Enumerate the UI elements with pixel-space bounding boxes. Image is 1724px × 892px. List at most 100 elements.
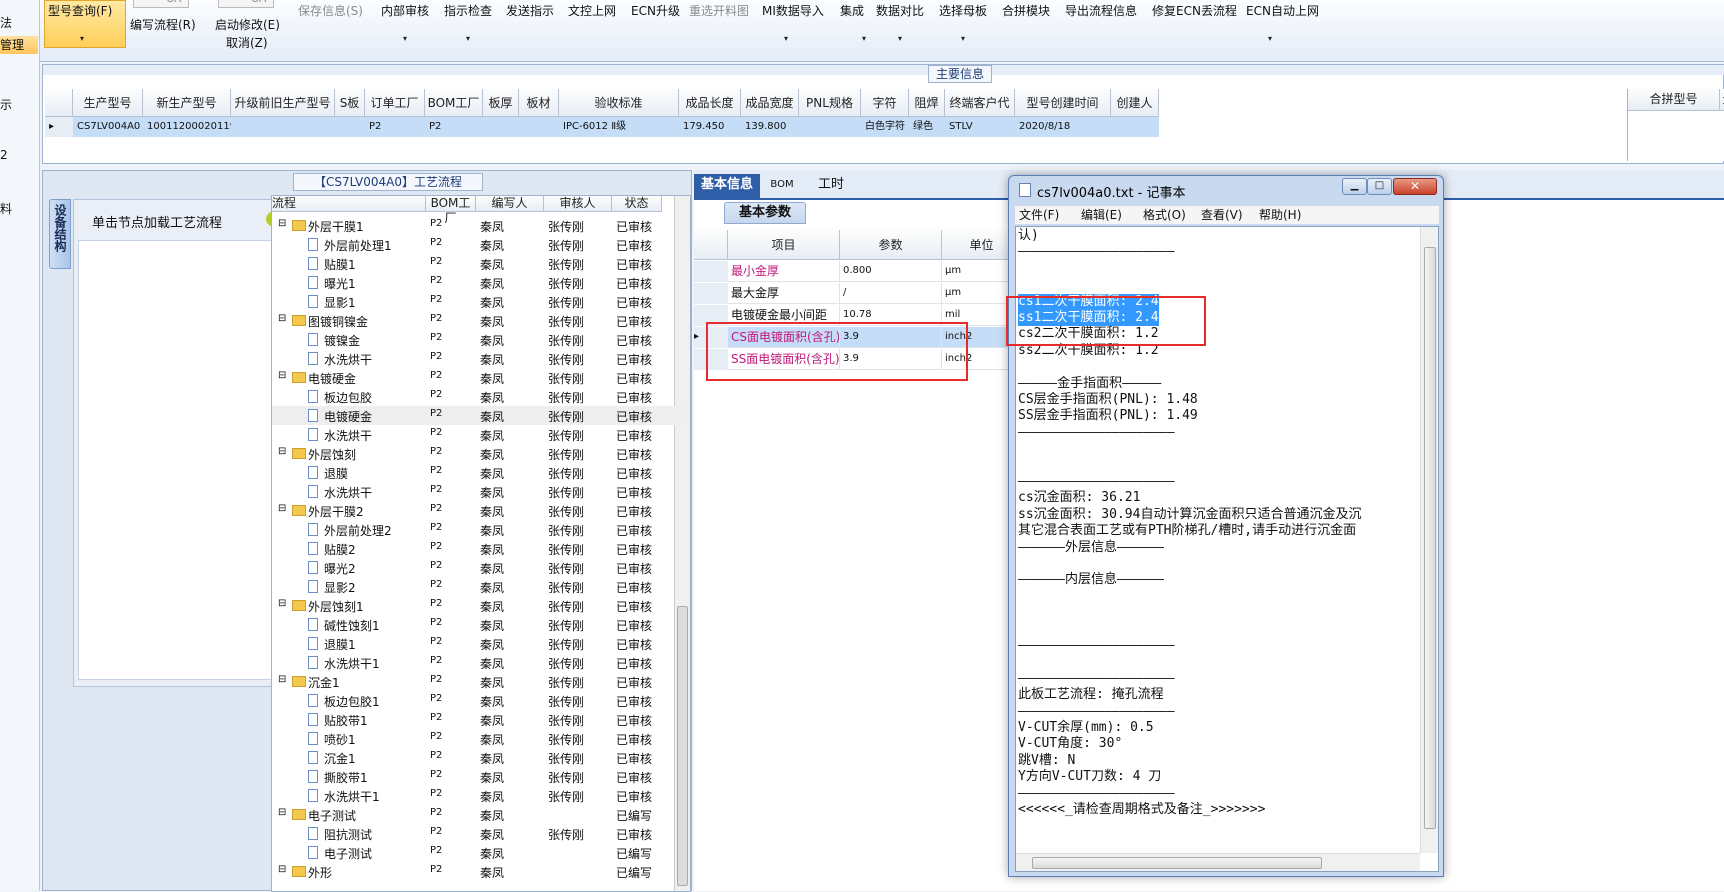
main-row-cell[interactable]: CS7LV004A0: [73, 117, 143, 137]
main-col-header[interactable]: 型号创建时间: [1015, 89, 1111, 117]
off-toggle-2[interactable]: OFF: [218, 0, 274, 8]
tree-row[interactable]: 沉金1 P2 秦凤 张传刚 已审核: [272, 748, 690, 767]
main-col-header[interactable]: 验收标准: [559, 89, 679, 117]
main-row-cell[interactable]: [1111, 117, 1159, 137]
horizontal-scrollbar[interactable]: [1016, 853, 1420, 871]
tree-col-header[interactable]: 流程: [272, 196, 426, 212]
ribbon-item-18[interactable]: ECN自动上网: [1246, 2, 1319, 19]
notepad-menu-4[interactable]: 帮助(H): [1259, 206, 1301, 223]
tree-row[interactable]: 曝光1 P2 秦凤 张传刚 已审核: [272, 273, 690, 292]
params-col-header[interactable]: 参数: [840, 230, 942, 260]
tree-row[interactable]: 退膜1 P2 秦凤 张传刚 已审核: [272, 634, 690, 653]
dropdown-arrow-icon[interactable]: ▾: [784, 34, 788, 43]
collapse-icon[interactable]: ⊟: [278, 370, 286, 381]
tree-row[interactable]: ⊟ 外层干膜1 P2 秦凤 张传刚 已审核: [272, 216, 690, 235]
main-col-header[interactable]: 创建人: [1111, 89, 1159, 117]
tree-row[interactable]: ⊟ 外层干膜2 P2 秦凤 张传刚 已审核: [272, 501, 690, 520]
params-cell-item[interactable]: 最大金厚: [728, 283, 840, 304]
tree-col-header[interactable]: 状态: [612, 196, 662, 212]
main-row-cell[interactable]: 白色字符: [861, 117, 909, 137]
tree-col-header[interactable]: 编写人: [476, 196, 544, 212]
collapse-icon[interactable]: ⊟: [278, 807, 286, 818]
maximize-button[interactable]: □: [1367, 178, 1392, 195]
main-row-cell[interactable]: [799, 117, 861, 137]
tree-row[interactable]: ⊟ 图镀铜镍金 P2 秦凤 张传刚 已审核: [272, 311, 690, 330]
tree-col-header[interactable]: BOM工厂: [426, 196, 476, 225]
tree-row[interactable]: 外层前处理2 P2 秦凤 张传刚 已审核: [272, 520, 690, 539]
notepad-menu-0[interactable]: 文件(F): [1019, 206, 1059, 223]
ribbon-item-9[interactable]: ECN升级: [631, 2, 680, 19]
ribbon-item-13[interactable]: 数据对比: [876, 2, 924, 19]
params-cell-item[interactable]: 最小金厚: [728, 261, 840, 282]
main-col-header[interactable]: PNL规格: [799, 89, 861, 117]
minimize-button[interactable]: ▁: [1342, 178, 1367, 195]
main-col-header[interactable]: 成品长度: [679, 89, 741, 117]
main-col-header[interactable]: 字符: [861, 89, 909, 117]
main-col-header[interactable]: 成品宽度: [741, 89, 799, 117]
ribbon-item-11[interactable]: MI数据导入: [762, 2, 824, 19]
ribbon-item-15[interactable]: 合拼模块: [1002, 2, 1050, 19]
sub-tab-basic-params[interactable]: 基本参数: [724, 202, 806, 224]
ribbon-item-12[interactable]: 集成: [840, 2, 864, 19]
collapse-icon[interactable]: ⊟: [278, 598, 286, 609]
main-col-header[interactable]: 生产型号: [73, 89, 143, 117]
collapse-icon[interactable]: ⊟: [278, 446, 286, 457]
params-tab-1[interactable]: BOM: [762, 174, 802, 198]
tree-row[interactable]: 水洗烘干 P2 秦凤 张传刚 已审核: [272, 482, 690, 501]
ribbon-item-5[interactable]: 内部审核: [381, 2, 429, 19]
ribbon-item-0[interactable]: 型号查询(F): [48, 2, 112, 19]
device-structure-tab[interactable]: 设备结构: [49, 199, 71, 269]
dropdown-arrow-icon[interactable]: ▾: [898, 34, 902, 43]
params-row-selector[interactable]: [694, 283, 728, 304]
left-nav-item-1[interactable]: 管理: [0, 36, 38, 54]
notepad-menu-2[interactable]: 格式(O): [1143, 206, 1186, 223]
dropdown-arrow-icon[interactable]: ▾: [862, 34, 866, 43]
main-row-cell[interactable]: 10011200020119: [143, 117, 231, 137]
ribbon-item-14[interactable]: 选择母板: [939, 2, 987, 19]
params-col-header[interactable]: 项目: [728, 230, 840, 260]
params-tab-2[interactable]: 工时: [808, 174, 854, 198]
close-button[interactable]: ✕: [1393, 178, 1437, 195]
dropdown-arrow-icon[interactable]: ▾: [1268, 34, 1272, 43]
tree-row[interactable]: 电镀硬金 P2 秦凤 张传刚 已审核: [272, 406, 690, 425]
merge-col-header[interactable]: 生产: [1720, 89, 1724, 111]
tree-row[interactable]: 贴胶带1 P2 秦凤 张传刚 已审核: [272, 710, 690, 729]
ribbon-item-16[interactable]: 导出流程信息: [1065, 2, 1137, 19]
dropdown-arrow-icon[interactable]: ▾: [466, 34, 470, 43]
main-col-header[interactable]: 板材: [519, 89, 559, 117]
main-row-cell[interactable]: [335, 117, 365, 137]
tree-row[interactable]: 水洗烘干1 P2 秦凤 张传刚 已审核: [272, 653, 690, 672]
main-row-cell[interactable]: 绿色: [909, 117, 945, 137]
tree-row[interactable]: 阻抗测试 P2 秦凤 张传刚 已审核: [272, 824, 690, 843]
tree-row[interactable]: ⊟ 沉金1 P2 秦凤 张传刚 已审核: [272, 672, 690, 691]
tree-row[interactable]: 显影1 P2 秦凤 张传刚 已审核: [272, 292, 690, 311]
main-col-header[interactable]: 阻焊: [909, 89, 945, 117]
params-cell-value[interactable]: /: [840, 283, 942, 304]
tree-row[interactable]: 显影2 P2 秦凤 张传刚 已审核: [272, 577, 690, 596]
merge-col-header[interactable]: 合拼型号: [1628, 89, 1720, 111]
main-col-header[interactable]: 订单工厂: [365, 89, 425, 117]
ribbon-item-1[interactable]: 编写流程(R): [130, 16, 196, 33]
main-row-cell[interactable]: P2: [365, 117, 425, 137]
params-row-selector[interactable]: [694, 261, 728, 282]
params-tab-0[interactable]: 基本信息: [694, 174, 760, 198]
tree-row[interactable]: ⊟ 电子测试 P2 秦凤 已编写: [272, 805, 690, 824]
main-row-cell[interactable]: [519, 117, 559, 137]
params-cell-value[interactable]: 0.800: [840, 261, 942, 282]
tree-row[interactable]: 水洗烘干 P2 秦凤 张传刚 已审核: [272, 349, 690, 368]
dropdown-arrow-icon[interactable]: ▾: [961, 34, 965, 43]
tree-row[interactable]: 水洗烘干 P2 秦凤 张传刚 已审核: [272, 425, 690, 444]
main-row-cell[interactable]: 2020/8/18: [1015, 117, 1111, 137]
main-row-cell[interactable]: P2: [425, 117, 483, 137]
notepad-menu-3[interactable]: 查看(V): [1201, 206, 1243, 223]
tree-row[interactable]: 贴膜1 P2 秦凤 张传刚 已审核: [272, 254, 690, 273]
tree-row[interactable]: ⊟ 外层蚀刻 P2 秦凤 张传刚 已审核: [272, 444, 690, 463]
vertical-scrollbar[interactable]: [1420, 227, 1438, 853]
ribbon-item-7[interactable]: 发送指示: [506, 2, 554, 19]
tree-row[interactable]: 板边包胶 P2 秦凤 张传刚 已审核: [272, 387, 690, 406]
main-row-cell[interactable]: 139.800: [741, 117, 799, 137]
main-col-header[interactable]: 板厚: [483, 89, 519, 117]
ribbon-item-2[interactable]: 启动修改(E): [215, 16, 280, 33]
left-nav-item-4[interactable]: 料: [0, 200, 12, 217]
tree-row[interactable]: 喷砂1 P2 秦凤 张传刚 已审核: [272, 729, 690, 748]
